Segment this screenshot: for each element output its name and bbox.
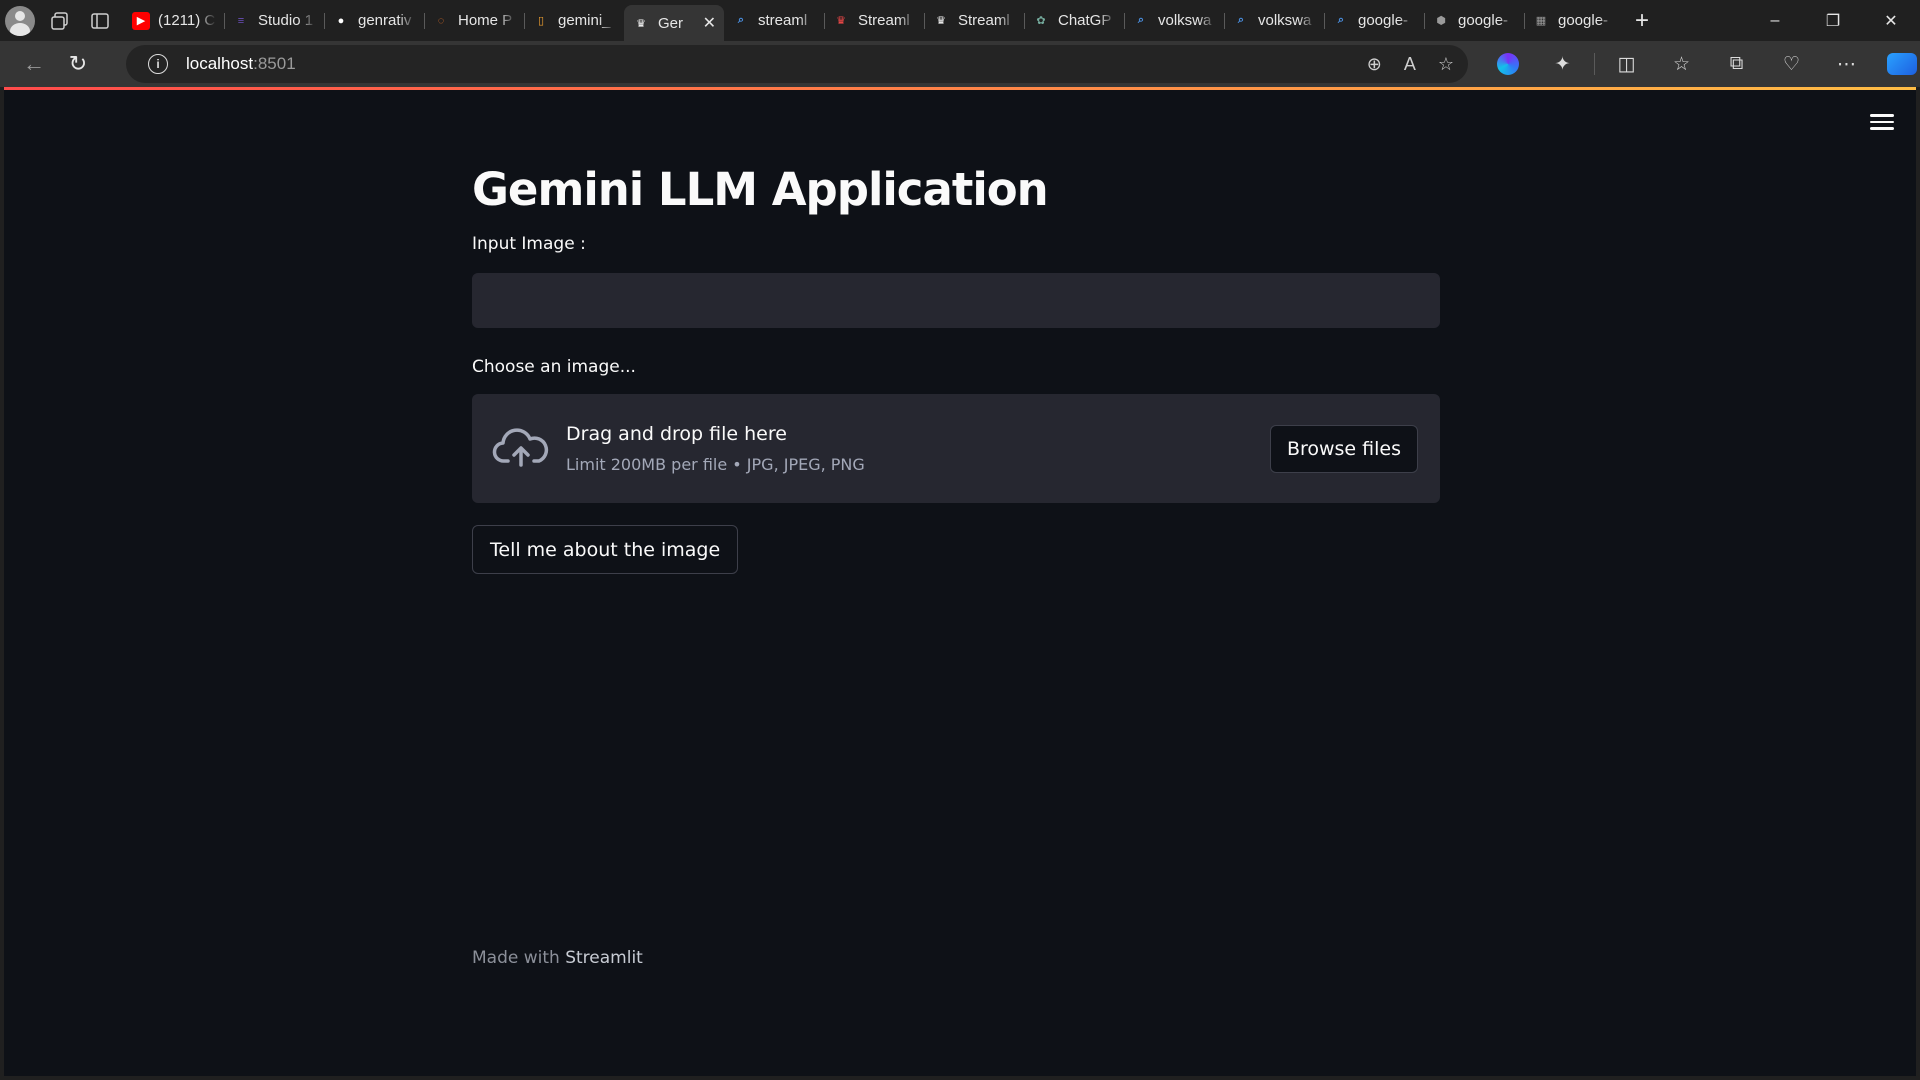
more-options-icon[interactable]: ⋯ [1819,44,1874,84]
dropzone-title: Drag and drop file here [566,423,787,445]
search-icon: ⌕ [1137,14,1145,26]
browser-tab[interactable]: ⬢ google- [1424,5,1524,37]
tab-label: genrativ [358,12,412,29]
vertical-tabs-icon[interactable] [80,0,120,41]
browser-tab[interactable]: ▦ google- [1524,5,1624,37]
address-bar[interactable]: i localhost:8501 ⊕ A ☆ [126,45,1468,83]
site-info-icon[interactable]: i [148,54,168,74]
tab-label: volkswa [1258,12,1312,29]
browser-tab[interactable]: ▶ (1211) C [124,5,224,37]
streamlit-link[interactable]: Streamlit [565,948,643,968]
list-icon: ≡ [237,14,245,27]
hamburger-menu-icon[interactable] [1870,114,1894,132]
main-container: Gemini LLM Application Input Image : Cho… [472,155,1440,574]
window-controls: – ❐ ✕ [1746,0,1920,41]
tab-label: Streaml [958,12,1010,29]
file-icon: ▯ [537,15,545,27]
close-tab-icon[interactable]: ✕ [703,13,716,33]
browser-tab[interactable]: ⌕ volkswa [1124,5,1224,37]
jupyter-icon: ◌ [437,14,445,27]
browser-tab[interactable]: ▯ gemini_ [524,5,624,37]
youtube-icon: ▶ [132,11,150,30]
collections-icon[interactable]: ⧉ [1709,44,1764,84]
read-aloud-icon[interactable]: A [1404,54,1416,75]
minimize-button[interactable]: – [1746,0,1804,41]
browser-tab[interactable]: ♛ Ger ✕ [624,5,724,41]
tab-label: (1211) C [158,12,216,29]
page-title: Gemini LLM Application [472,163,1049,216]
tab-label: Ger [658,14,684,32]
tab-label: streaml [758,12,808,29]
refresh-button[interactable]: ↻ [56,44,100,84]
tab-label: Streaml [858,12,910,29]
tab-label: gemini_ [558,12,611,29]
search-icon: ⌕ [737,14,745,26]
browser-tab[interactable]: ⌕ volkswa [1224,5,1324,37]
streamlit-icon: ♛ [636,17,646,30]
browser-tab[interactable]: ♛ Streaml [824,5,924,37]
copilot-icon[interactable] [1874,44,1920,84]
uploader-label: Choose an image... [472,357,636,377]
edge-copilot-swirl-icon[interactable] [1480,44,1535,84]
github-icon: ● [337,14,345,27]
tab-label: google- [1558,12,1609,29]
tab-label: ChatGP [1058,12,1112,29]
back-button[interactable]: ← [12,44,56,84]
huggingface-icon: ▦ [1535,15,1547,27]
streamlit-icon: ♛ [836,15,846,27]
chatgpt-icon: ✿ [1036,15,1046,27]
kaggle-icon: ⬢ [1436,15,1446,27]
input-image-field[interactable] [472,273,1440,328]
url-text[interactable]: localhost:8501 [186,54,296,74]
input-image-label: Input Image : [472,234,586,254]
tab-label: volkswa [1158,12,1212,29]
browser-tab[interactable]: ≡ Studio 1 [224,5,324,37]
close-window-button[interactable]: ✕ [1862,0,1920,41]
cloud-upload-icon [492,427,549,467]
profile-avatar[interactable] [0,0,40,41]
favorite-star-icon[interactable]: ☆ [1438,54,1454,75]
tab-label: Home P [458,12,513,29]
toolbar-divider [1594,53,1595,75]
browse-files-button[interactable]: Browse files [1269,425,1418,473]
workspaces-icon[interactable] [40,0,80,41]
tell-me-about-image-button[interactable]: Tell me about the image [472,525,739,574]
split-screen-icon[interactable]: ◫ [1599,44,1654,84]
search-icon: ⌕ [1337,14,1345,26]
file-dropzone[interactable]: Drag and drop file here Limit 200MB per … [472,394,1440,503]
extensions-icon[interactable]: ✦ [1535,44,1590,84]
favorites-icon[interactable]: ☆ [1654,44,1709,84]
header-decoration-bar [4,87,1916,90]
restore-button[interactable]: ❐ [1804,0,1862,41]
footer: Made with Streamlit [472,948,643,968]
tab-label: google- [1358,12,1409,29]
browser-tab[interactable]: ◌ Home P [424,5,524,37]
browser-essentials-icon[interactable]: ♡ [1764,44,1819,84]
zoom-icon[interactable]: ⊕ [1367,54,1382,75]
browser-tab[interactable]: ⌕ streaml [724,5,824,37]
streamlit-icon: ♛ [936,15,946,27]
browser-toolbar: ← ↻ i localhost:8501 ⊕ A ☆ ✦ ◫ ☆ ⧉ ♡ ⋯ [0,41,1920,87]
browser-tab[interactable]: ● genrativ [324,5,424,37]
dropzone-limit: Limit 200MB per file • JPG, JPEG, PNG [566,455,865,474]
tab-strip: ▶ (1211) C ≡ Studio 1 ● genrativ ◌ Home P ▯ gemin… [124,0,1624,41]
browser-tab[interactable]: ⌕ google- [1324,5,1424,37]
browser-tab[interactable]: ✿ ChatGP [1024,5,1124,37]
tab-label: Studio 1 [258,12,314,29]
search-icon: ⌕ [1237,14,1245,26]
tab-label: google- [1458,12,1509,29]
new-tab-button[interactable]: + [1624,5,1660,37]
browser-tab-bar: ▶ (1211) C ≡ Studio 1 ● genrativ ◌ Home P ▯ gemin… [0,0,1920,41]
browser-tab[interactable]: ♛ Streaml [924,5,1024,37]
footer-prefix: Made with [472,948,566,968]
